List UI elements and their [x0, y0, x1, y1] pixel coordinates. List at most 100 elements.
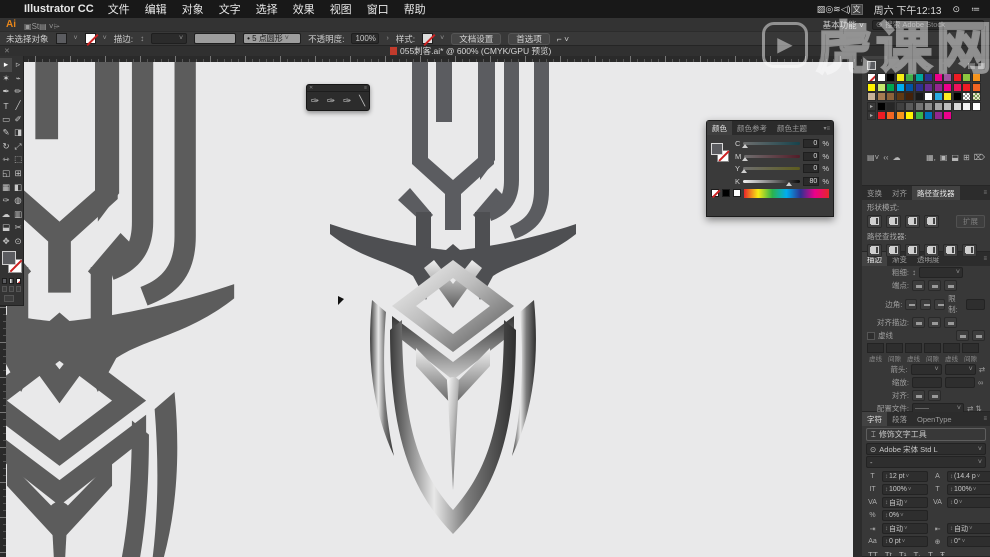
mesh-tool[interactable]: ▦	[0, 180, 12, 194]
eyedropper-style-tool[interactable]: ✑	[343, 96, 351, 107]
swatch-0-11[interactable]	[971, 73, 981, 82]
pen-tool[interactable]: ✒	[0, 85, 12, 99]
corner-bevel-icon[interactable]	[933, 298, 946, 310]
trim-icon[interactable]	[886, 244, 901, 257]
new-swatch-icon[interactable]: ⊞	[963, 153, 970, 162]
dashed-line-checkbox[interactable]	[867, 331, 875, 340]
color-themes-icon[interactable]: ‹‹	[883, 153, 888, 162]
intersect-icon[interactable]	[905, 215, 920, 228]
slider-value-C[interactable]: 0	[803, 139, 820, 148]
slider-track-K[interactable]	[743, 179, 801, 186]
cap-round-icon[interactable]	[928, 280, 941, 291]
miter-limit-field[interactable]	[965, 298, 986, 310]
swatch-1-4[interactable]	[905, 82, 914, 92]
blend-tool[interactable]: ◍	[12, 194, 24, 208]
screen-mode-icon[interactable]	[4, 295, 14, 303]
swatch-3-2[interactable]	[886, 101, 895, 111]
none-swatch[interactable]	[711, 189, 719, 197]
swatch-2-11[interactable]	[971, 92, 981, 101]
eyedropper-tools-panel[interactable]: ✕ ≡ ✑ ✑ ✑ ╲	[306, 84, 370, 111]
character-rotation-field[interactable]: ↕ 0° ˅	[947, 536, 990, 547]
shape-builder-tool[interactable]: ◱	[0, 167, 12, 181]
type-style-icon-T[interactable]: T	[928, 551, 933, 556]
swatch-1-7[interactable]	[933, 82, 943, 92]
opacity-popover-arrow[interactable]: ›	[386, 35, 388, 42]
slider-value-K[interactable]: 80	[803, 176, 820, 186]
swatch-libraries-icon[interactable]: ▤˅	[867, 153, 879, 162]
free-transform-tool[interactable]: ⬚	[12, 153, 24, 167]
arrow-align-tip-icon[interactable]	[912, 390, 925, 401]
metallic-logo[interactable]	[330, 62, 576, 534]
workspace-switcher[interactable]: 基本功能 ˅	[823, 19, 864, 31]
menu-item-效果[interactable]: 效果	[293, 1, 315, 17]
dash-field-2[interactable]	[905, 343, 922, 353]
symbol-sprayer-tool[interactable]: ☁	[0, 208, 12, 222]
swatch-4-3[interactable]	[895, 111, 905, 120]
kerning-field[interactable]: ↕ 自动 ˅	[882, 497, 928, 508]
swatch-4-1[interactable]	[876, 111, 886, 120]
none-mode-icon[interactable]	[16, 278, 21, 285]
tab-close-icon[interactable]: ✕	[4, 47, 10, 55]
document-tab[interactable]: 055刺客.ai* @ 600% (CMYK/GPU 预览)	[390, 45, 551, 57]
swatch-4-5[interactable]	[914, 111, 924, 120]
menu-item-对象[interactable]: 对象	[182, 1, 204, 17]
swatch-3-6[interactable]	[924, 101, 933, 111]
swatch-3-4[interactable]	[905, 101, 914, 111]
list-view-icon[interactable]: ▤	[968, 61, 978, 70]
swatch-3-1[interactable]	[876, 101, 886, 111]
menu-item-编辑[interactable]: 编辑	[145, 1, 167, 17]
opacity-value[interactable]: 100%	[351, 33, 380, 44]
swatch-3-9[interactable]	[952, 101, 962, 111]
swatch-0-9[interactable]	[952, 73, 962, 82]
proportional-spacing-field[interactable]: ↕ 0% ˅	[882, 510, 928, 521]
slider-track-M[interactable]	[742, 154, 801, 161]
eyedropper-tool[interactable]: ✑	[0, 194, 12, 208]
magic-wand-tool[interactable]: ✶	[0, 72, 12, 86]
dash-field-5[interactable]	[962, 343, 979, 353]
panel-menu-icon[interactable]: ≡	[980, 186, 990, 200]
measure-tool[interactable]: ╲	[359, 96, 365, 107]
draw-behind-icon[interactable]	[9, 286, 14, 293]
cc-libraries-icon[interactable]: ☁	[893, 153, 901, 162]
dash-preserve-icon[interactable]	[956, 330, 969, 341]
align-outside-icon[interactable]	[944, 317, 957, 328]
width-tool[interactable]: ⇿	[0, 153, 12, 167]
leading-field[interactable]: ↕ (14.4 p ˅	[947, 471, 990, 482]
arrowhead-end-dropdown[interactable]: ˅	[944, 364, 976, 375]
notification-center-icon[interactable]: ≔	[971, 4, 980, 15]
arrange-documents-icon[interactable]: ▤ ˅	[39, 22, 53, 31]
arrow-scale-end-field[interactable]	[945, 377, 975, 388]
stroke-weight-dropdown[interactable]: ˅	[151, 33, 188, 44]
curvature-tool[interactable]: ✏	[12, 85, 24, 99]
dash-field-0[interactable]	[867, 343, 884, 353]
arrow-align-end-icon[interactable]	[928, 390, 941, 401]
swatch-2-4[interactable]	[905, 92, 914, 101]
brush-dropdown[interactable]: • 5 点圆形 ˅	[243, 33, 302, 44]
menu-item-视图[interactable]: 视图	[330, 1, 352, 17]
toolbar-fill-swatch[interactable]	[2, 251, 16, 266]
swatch-2-9[interactable]	[952, 92, 962, 101]
type-style-icon-Tt[interactable]: Tt	[885, 551, 892, 556]
swatch-options-icon[interactable]: ▣	[940, 153, 948, 162]
draw-inside-icon[interactable]	[16, 286, 21, 293]
swatch-1-8[interactable]	[943, 82, 952, 92]
zoom-tool[interactable]: ⊙	[12, 235, 24, 249]
perspective-grid-tool[interactable]: ⊞	[12, 167, 24, 181]
white-swatch[interactable]	[733, 189, 741, 197]
swatch-4-4[interactable]	[905, 111, 914, 120]
canvas-scrollbar[interactable]	[853, 56, 862, 557]
tab-颜色[interactable]: 颜色	[707, 121, 732, 135]
font-size-field[interactable]: ↕ 12 pt ˅	[882, 471, 928, 482]
swatch-0-10[interactable]	[962, 73, 971, 82]
swatch-3-10[interactable]	[962, 101, 971, 111]
gradient-tool[interactable]: ◧	[12, 180, 24, 194]
swatch-0-3[interactable]	[895, 73, 905, 82]
align-options-icon[interactable]: ⌐ ˅	[557, 34, 569, 44]
tracking-field[interactable]: ↕ 0 ˅	[947, 497, 990, 508]
corner-round-icon[interactable]	[919, 298, 931, 310]
swatch-4-2[interactable]	[886, 111, 895, 120]
app-name[interactable]: Illustrator CC	[24, 3, 94, 15]
swatch-kinds-icon[interactable]: ▦,	[926, 153, 936, 162]
tab-段落[interactable]: 段落	[887, 412, 912, 426]
insert-space-left-field[interactable]: ↕ 自动 ˅	[882, 523, 928, 534]
